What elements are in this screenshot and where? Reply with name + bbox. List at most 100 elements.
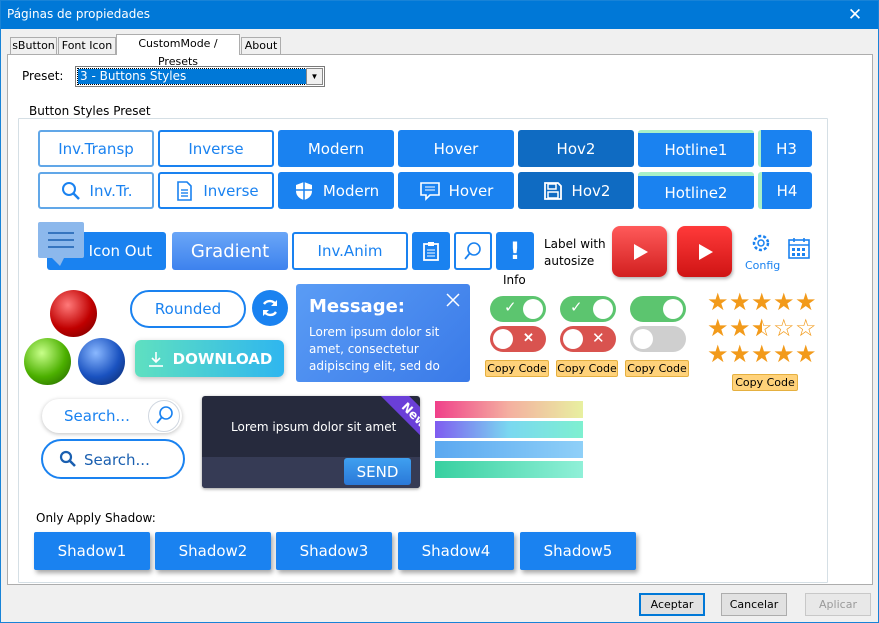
shadow4-button[interactable]: Shadow4 [398, 532, 514, 570]
icon-out-label: Icon Out [88, 242, 152, 260]
star-icon[interactable]: ☆ [773, 317, 795, 341]
shadow1-button[interactable]: Shadow1 [34, 532, 150, 570]
tab-sbutton[interactable]: sButton [10, 37, 57, 54]
star-icon[interactable]: ★ [773, 343, 795, 367]
star-icon[interactable]: ★ [729, 343, 751, 367]
modern-button[interactable]: Modern [278, 130, 394, 167]
play-icon [633, 243, 648, 260]
play-icon [698, 243, 713, 260]
gradient-bar-2 [435, 421, 583, 438]
calendar-icon[interactable] [787, 236, 811, 260]
message-icon [419, 181, 440, 201]
hotline2-button[interactable]: Hotline2 [638, 172, 754, 209]
gradient-bar-1 [435, 401, 583, 418]
hover-message-button[interactable]: Hover [398, 172, 514, 209]
accept-button[interactable]: Aceptar [639, 593, 705, 616]
star-icon[interactable]: ★ [707, 343, 729, 367]
tab-font-icon[interactable]: Font Icon [58, 37, 116, 54]
toggle-off-2[interactable]: ✕ [560, 326, 616, 352]
chevron-down-icon[interactable]: ▼ [306, 68, 323, 85]
preset-dropdown[interactable]: 3 - Buttons Styles ▼ [75, 66, 325, 87]
toggle-on-1[interactable]: ✓ [490, 296, 546, 322]
close-icon[interactable] [446, 293, 460, 307]
title-bar: Páginas de propiedades ✕ [1, 1, 878, 29]
inverse-button[interactable]: Inverse [158, 130, 274, 167]
blue-ball-button[interactable] [78, 338, 125, 385]
toggle-off-1[interactable]: ✕ [490, 326, 546, 352]
hov2-button[interactable]: Hov2 [518, 130, 634, 167]
rounded-button[interactable]: Rounded [130, 290, 246, 328]
copy-code-button-2[interactable]: Copy Code [556, 360, 618, 377]
modern-shield-button[interactable]: Modern [278, 172, 394, 209]
star-icon[interactable]: ★ [773, 291, 795, 315]
copy-code-button-1[interactable]: Copy Code [485, 360, 549, 377]
preset-label: Preset: [22, 69, 64, 83]
exclamation-icon: ! [509, 237, 521, 265]
star-icon[interactable]: ★ [729, 317, 751, 341]
download-button[interactable]: DOWNLOAD [135, 340, 284, 377]
h4-button[interactable]: H4 [758, 172, 812, 209]
inv-tr-button[interactable]: Inv.Tr. [38, 172, 154, 209]
clipboard-icon [423, 242, 439, 261]
play-button-1[interactable] [612, 226, 667, 277]
close-icon: ✕ [523, 330, 534, 345]
play-button-2[interactable] [677, 226, 732, 277]
close-icon[interactable]: ✕ [832, 1, 878, 29]
copy-code-button-3[interactable]: Copy Code [625, 360, 689, 377]
star-icon[interactable]: ★ [795, 343, 817, 367]
group-label: Button Styles Preset [26, 104, 154, 118]
gradient-bar-3 [435, 441, 583, 458]
inv-transp-button[interactable]: Inv.Transp [38, 130, 154, 167]
inverse-doc-button[interactable]: Inverse [158, 172, 274, 209]
hover-button[interactable]: Hover [398, 130, 514, 167]
inv-tr-label: Inv.Tr. [89, 181, 133, 200]
star-icon[interactable]: ★ [707, 291, 729, 315]
star-icon[interactable]: ☆ [795, 317, 817, 341]
hotline1-button[interactable]: Hotline1 [638, 130, 754, 167]
shadow3-button[interactable]: Shadow3 [276, 532, 392, 570]
config-button[interactable]: Config [745, 232, 780, 272]
copy-code-button-4[interactable]: Copy Code [732, 374, 798, 391]
config-label: Config [745, 259, 781, 272]
toggle-on-2[interactable]: ✓ [560, 296, 616, 322]
star-icon[interactable]: ★ [751, 343, 773, 367]
inv-anim-button[interactable]: Inv.Anim [292, 232, 408, 270]
search-box-1[interactable]: Search... [42, 399, 182, 433]
star-icon[interactable]: ★ [795, 291, 817, 315]
tab-about[interactable]: About [241, 37, 281, 54]
star-icon[interactable]: ★ [707, 317, 729, 341]
apply-button[interactable]: Aplicar [805, 593, 871, 616]
h3-button[interactable]: H3 [758, 130, 812, 167]
search-button[interactable] [454, 232, 492, 270]
gear-icon [752, 234, 770, 252]
shadow2-button[interactable]: Shadow2 [155, 532, 271, 570]
green-ball-button[interactable] [24, 338, 71, 385]
gradient-button[interactable]: Gradient [172, 232, 288, 270]
search-box-2[interactable]: Search... [41, 439, 185, 479]
search-icon [464, 242, 481, 260]
star-icon[interactable]: ★ [751, 317, 773, 341]
send-button[interactable]: SEND [344, 458, 411, 485]
shield-icon [295, 181, 312, 200]
cancel-button[interactable]: Cancelar [721, 593, 787, 616]
tab-custommode-presets[interactable]: CustomMode / Presets [116, 34, 240, 68]
info-button[interactable]: ! [496, 232, 534, 270]
star-icon[interactable]: ★ [729, 291, 751, 315]
hov2-save-button[interactable]: Hov2 [518, 172, 634, 209]
refresh-icon [262, 299, 278, 317]
search-input-2[interactable]: Search... [84, 451, 150, 469]
search-input-1[interactable]: Search... [64, 407, 130, 425]
refresh-button[interactable] [252, 290, 288, 326]
star-icon[interactable]: ★ [751, 291, 773, 315]
shadow5-button[interactable]: Shadow5 [520, 532, 636, 570]
search-icon[interactable] [148, 400, 180, 432]
toggle-off-3[interactable] [630, 326, 686, 352]
info-label: Info [503, 273, 526, 287]
message-title: Message: [309, 296, 405, 317]
clipboard-button[interactable] [412, 232, 450, 270]
red-ball-button[interactable] [50, 290, 97, 337]
check-icon: ✓ [570, 299, 583, 316]
download-label: DOWNLOAD [172, 349, 273, 368]
toggle-on-3[interactable] [630, 296, 686, 322]
message-card: Message: Lorem ipsum dolor sit amet, con… [296, 284, 470, 382]
